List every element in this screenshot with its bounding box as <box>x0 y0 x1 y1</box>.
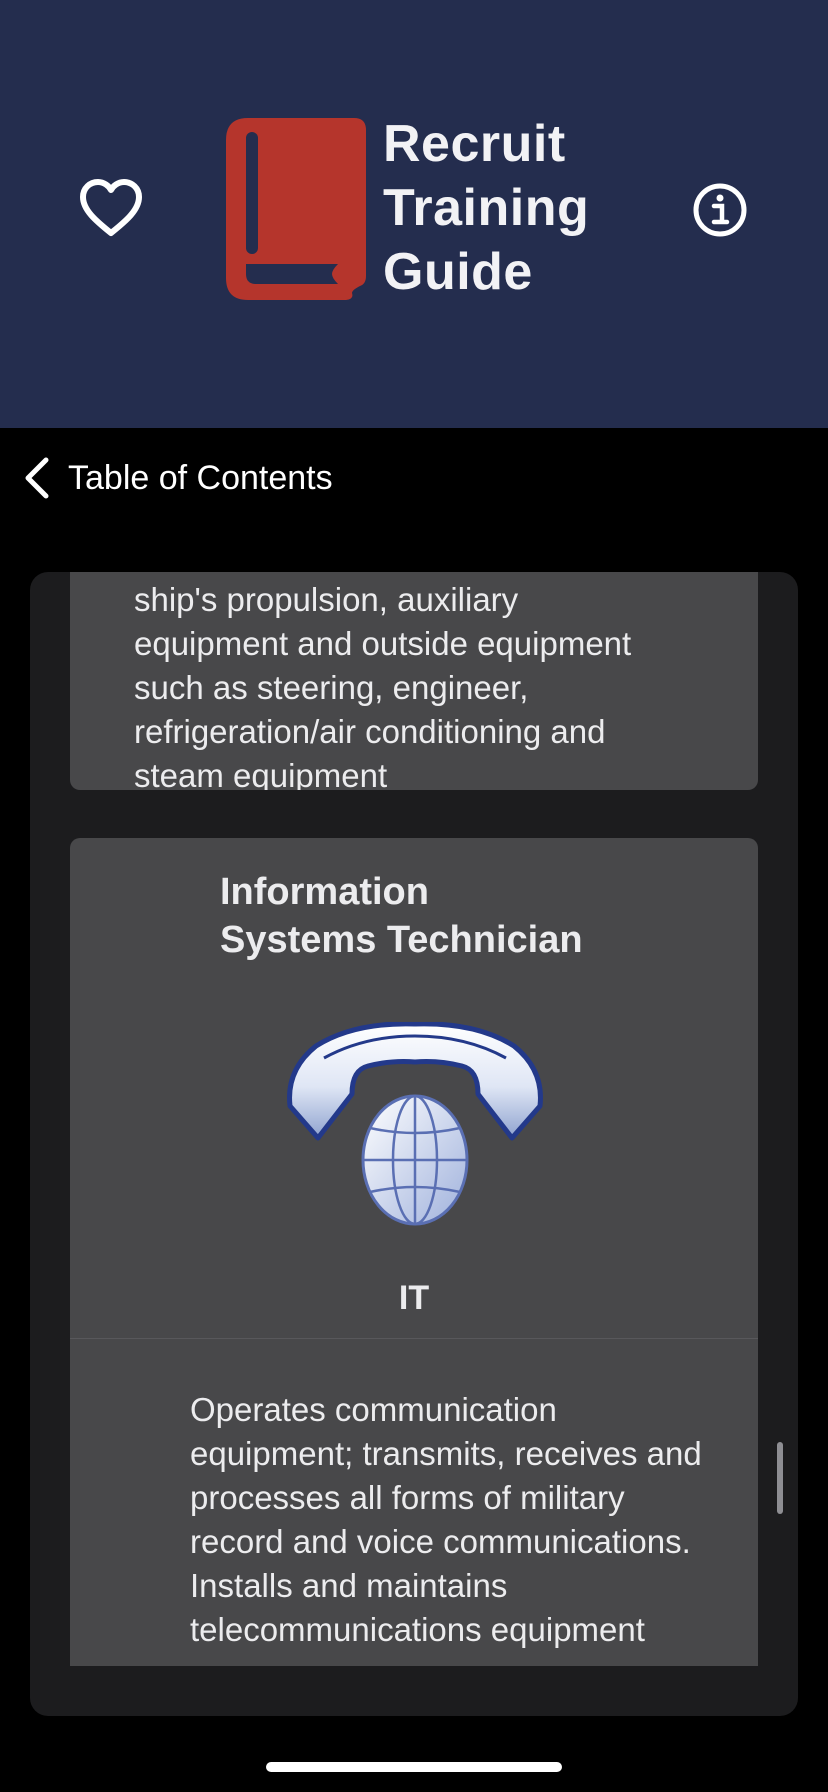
info-circle-icon <box>693 183 747 237</box>
navigation-bar: Table of Contents <box>0 428 828 552</box>
description-line: such as steering, engineer, <box>134 669 529 706</box>
description-line: telecommunications equipment <box>190 1611 645 1648</box>
scroll-indicator[interactable] <box>777 1442 783 1514</box>
rating-card-previous: ship's propulsion, auxiliary equipment a… <box>70 572 758 790</box>
back-label: Table of Contents <box>68 458 333 497</box>
rating-title-line: Systems Technician <box>220 919 583 961</box>
back-button[interactable]: Table of Contents <box>22 448 333 508</box>
book-icon <box>226 118 366 300</box>
description-line: steam equipment <box>134 757 388 790</box>
content-panel: ship's propulsion, auxiliary equipment a… <box>30 572 798 1716</box>
app-header: Recruit Training Guide <box>0 0 828 428</box>
description-line: refrigeration/air conditioning and <box>134 713 606 750</box>
info-button[interactable] <box>692 182 748 238</box>
description-line: ship's propulsion, auxiliary <box>134 581 519 618</box>
telephone-globe-icon <box>287 1022 543 1226</box>
rating-title: Information Systems Technician <box>220 868 700 964</box>
description-line: Operates communication <box>190 1391 557 1428</box>
favorite-button[interactable] <box>78 178 144 238</box>
app-title: Recruit Training Guide <box>383 112 643 304</box>
app-title-line: Training <box>383 179 590 237</box>
rating-description: Operates communication equipment; transm… <box>134 1388 724 1652</box>
chevron-left-icon <box>25 457 49 499</box>
app-title-line: Guide <box>383 243 533 301</box>
description-line: processes all forms of military <box>190 1479 625 1516</box>
rating-card-it: Information Systems Technician IT Operat… <box>70 838 758 1666</box>
home-indicator[interactable] <box>266 1762 562 1772</box>
content-scroll-area[interactable]: ship's propulsion, auxiliary equipment a… <box>30 572 798 1666</box>
description-line: equipment; transmits, receives and <box>190 1435 702 1472</box>
app-title-line: Recruit <box>383 115 566 173</box>
rating-abbreviation: IT <box>398 1279 430 1317</box>
description-line: record and voice communications. <box>190 1523 691 1560</box>
card-divider <box>70 1338 758 1339</box>
heart-outline-icon <box>80 179 142 236</box>
rating-description: ship's propulsion, auxiliary equipment a… <box>134 578 724 790</box>
rating-title-line: Information <box>220 871 429 913</box>
description-line: Installs and maintains <box>190 1567 508 1604</box>
description-line: equipment and outside equipment <box>134 625 632 662</box>
